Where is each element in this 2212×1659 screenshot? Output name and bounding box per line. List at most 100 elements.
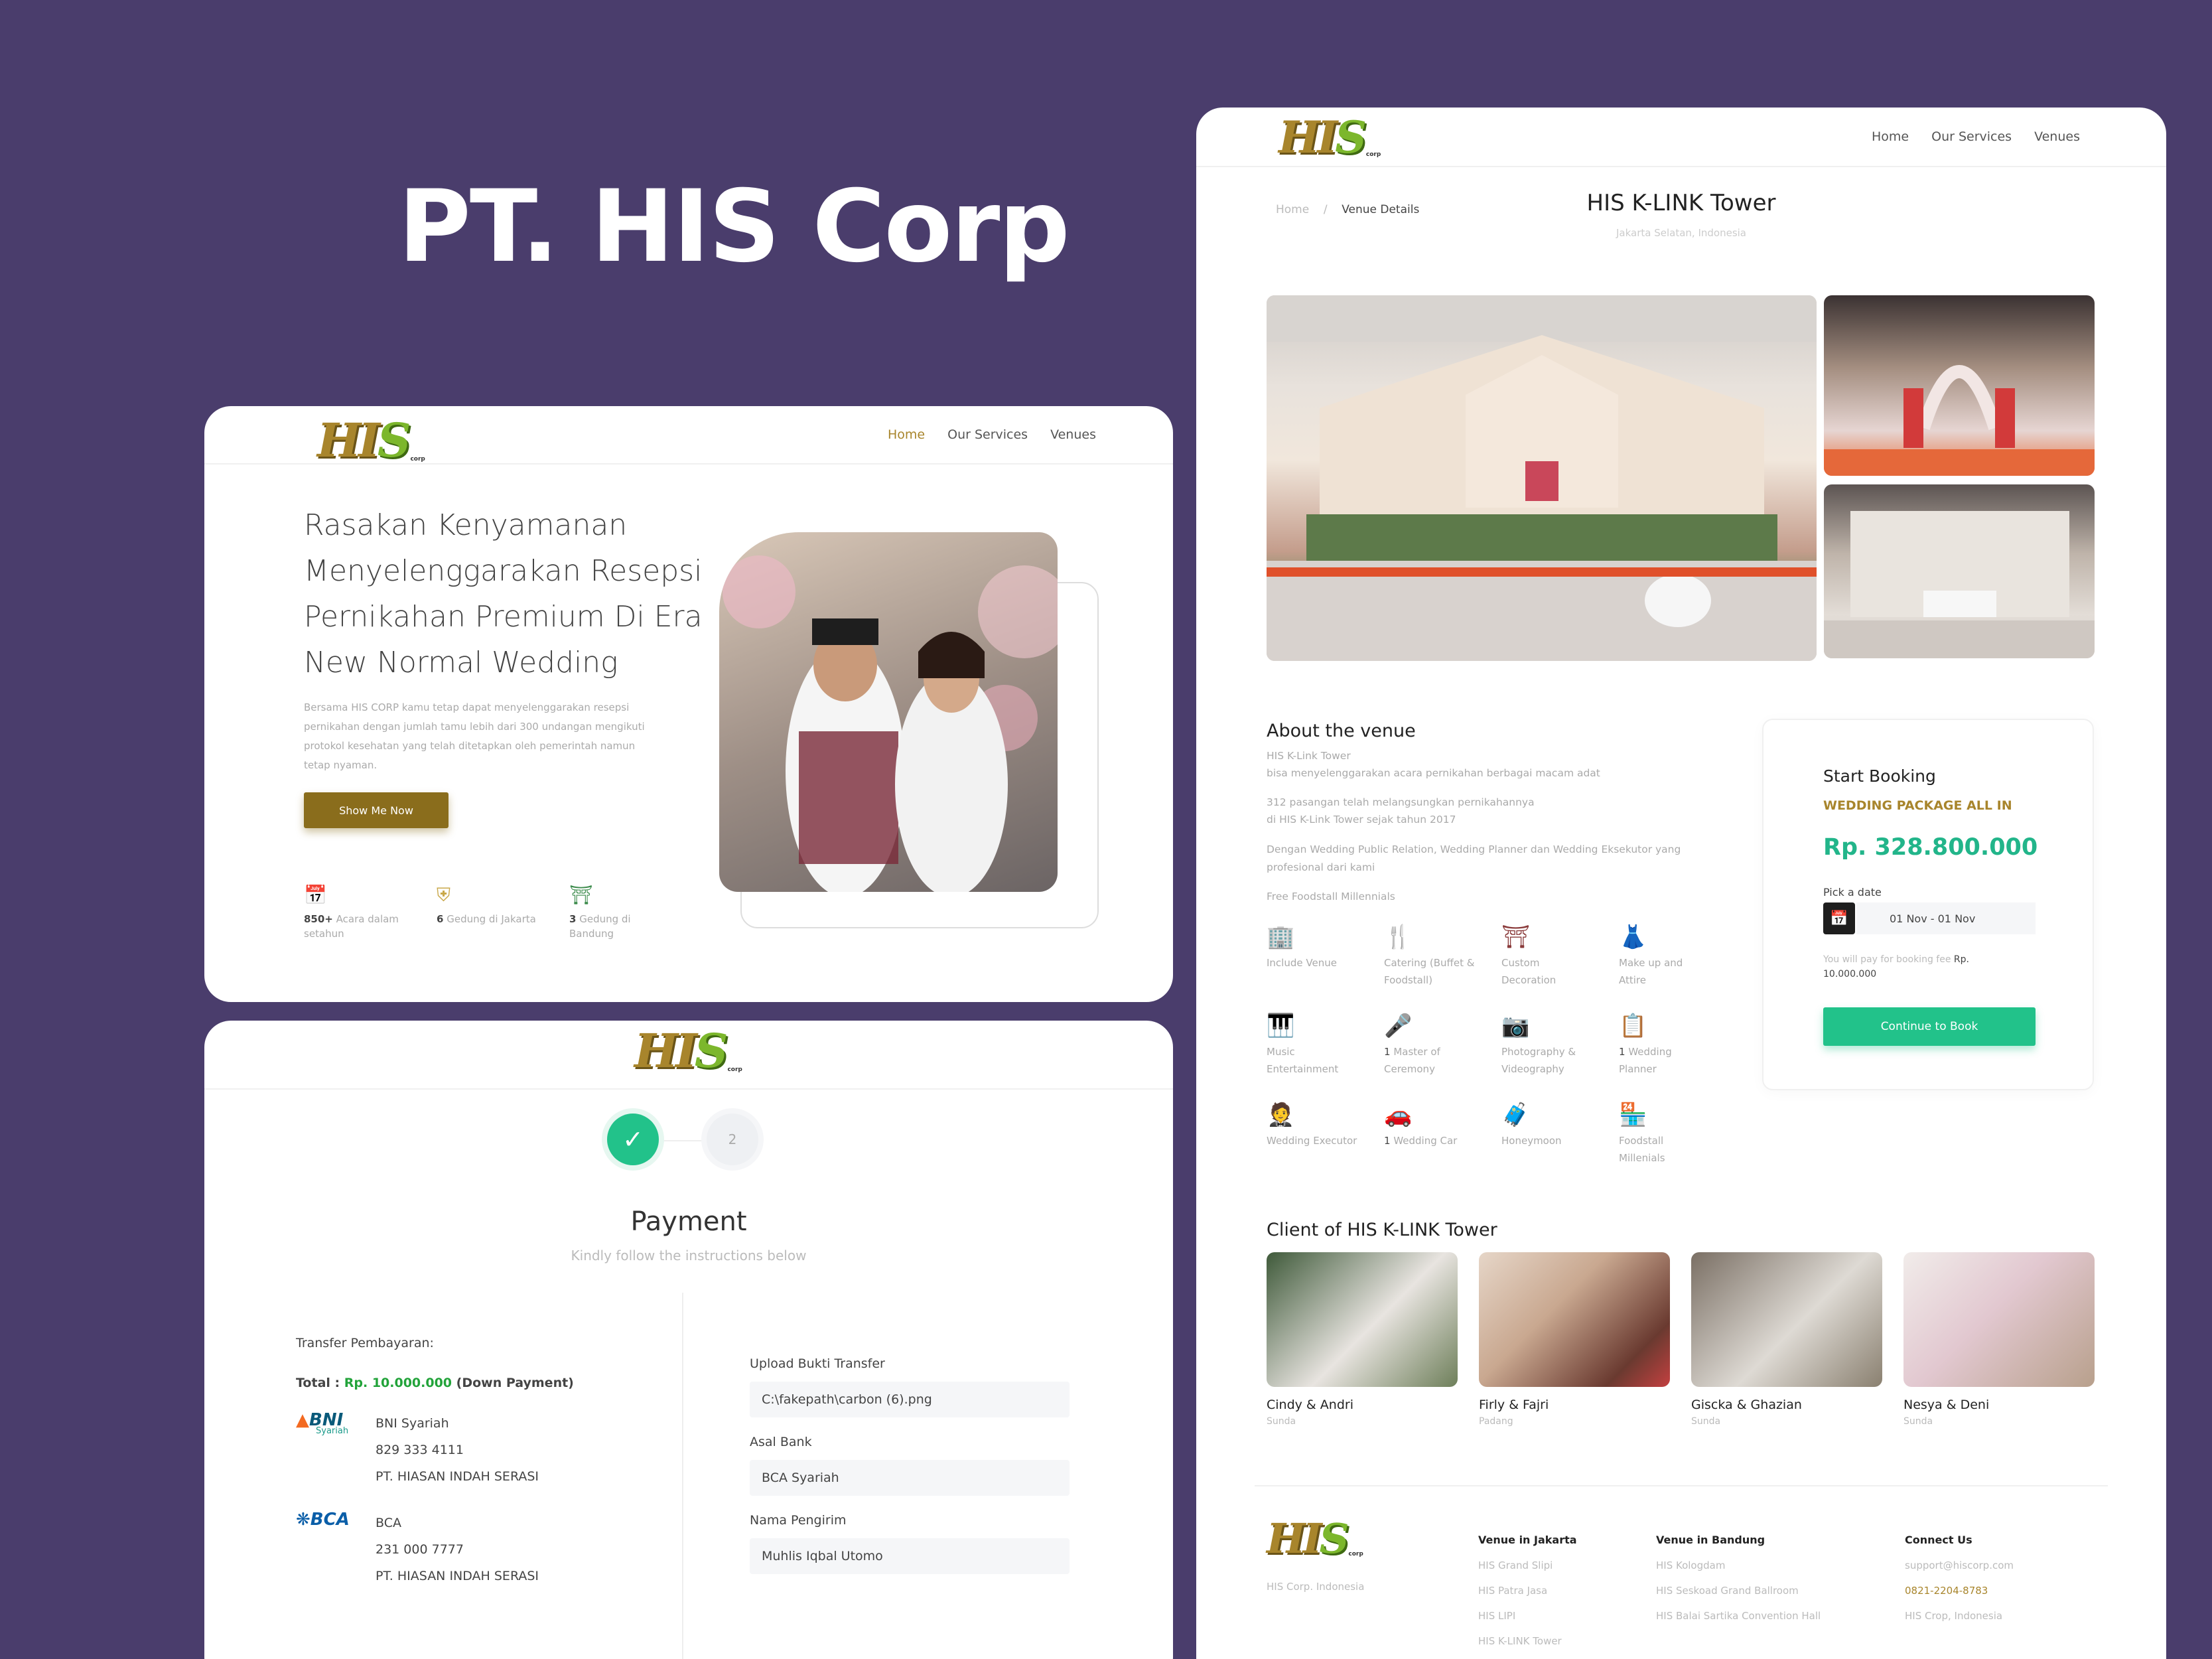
nav-our-services[interactable]: Our Services [947, 427, 1028, 442]
calendar-icon[interactable]: 📅 [1823, 902, 1855, 934]
package-name: WEDDING PACKAGE ALL IN [1823, 798, 2012, 813]
about-title: About the venue [1267, 721, 1416, 741]
footer-bandung: Venue in Bandung HIS Kologdam HIS Seskoa… [1656, 1528, 1821, 1628]
client-origin: Sunda [1903, 1416, 1933, 1427]
client-origin: Padang [1479, 1416, 1513, 1427]
date-label: Pick a date [1823, 886, 1882, 899]
home-page-card: HIS corp Home Our Services Venues Rasaka… [204, 406, 1173, 1002]
top-nav: Home Our Services Venues [888, 427, 1096, 442]
client-card[interactable]: Cindy & Andri Sunda [1267, 1252, 1458, 1427]
package-price: Rp. 328.800.000 [1823, 834, 2038, 861]
stat-events: 📅 850+ Acara dalam setahun [304, 884, 410, 941]
facilities-grid: 🏢 Include Venue 🍴 Catering (Buffet & Foo… [1267, 924, 1736, 1167]
nav-our-services[interactable]: Our Services [1931, 129, 2012, 144]
footer-link[interactable]: HIS Seskoad Grand Ballroom [1656, 1578, 1821, 1603]
total-line: Total : Rp. 10.000.000 (Down Payment) [296, 1376, 574, 1390]
venue-photo-2[interactable] [1824, 295, 2095, 476]
footer-phone[interactable]: 0821-2204-8783 [1905, 1578, 2014, 1603]
his-logo[interactable]: HIS corp [1279, 111, 1381, 163]
his-logo[interactable]: HIS corp [317, 413, 425, 468]
payment-subtitle: Kindly follow the instructions below [571, 1248, 807, 1263]
client-card[interactable]: Nesya & Deni Sunda [1903, 1252, 2095, 1427]
his-logo[interactable]: HIS corp [1267, 1514, 1363, 1563]
facility-item: 👗 Make up and Attire [1619, 924, 1736, 989]
transfer-info: Transfer Pembayaran: Total : Rp. 10.000.… [296, 1336, 574, 1589]
client-card[interactable]: Giscka & Ghazian Sunda [1691, 1252, 1882, 1427]
booking-panel: Start Booking WEDDING PACKAGE ALL IN Rp.… [1762, 719, 2094, 1090]
stat-bandung: ⛩ 3 Gedung di Bandung [569, 884, 675, 941]
nav-venues[interactable]: Venues [1050, 427, 1096, 442]
facility-item: 🎤 1 Master of Ceremony [1384, 1013, 1501, 1078]
nav-home[interactable]: Home [888, 427, 925, 442]
upload-label: Upload Bukti Transfer [750, 1356, 885, 1371]
transfer-label: Transfer Pembayaran: [296, 1336, 434, 1350]
his-logo[interactable]: HIS corp [634, 1023, 742, 1078]
about-line: bisa menyelenggarakan acara pernikahan b… [1267, 767, 1600, 779]
car-icon: 🚗 [1384, 1102, 1413, 1128]
venue-title: HIS K-LINK Tower [1586, 190, 1776, 216]
footer-tagline: HIS Corp. Indonesia [1267, 1581, 1365, 1593]
client-photo [1267, 1252, 1458, 1387]
step-2: 2 [707, 1114, 758, 1165]
facility-item: 🧳 Honeymoon [1501, 1102, 1619, 1167]
client-name: Nesya & Deni [1903, 1398, 1990, 1412]
client-name: Cindy & Andri [1267, 1398, 1353, 1412]
clients-list: Cindy & Andri Sunda Firly & Fajri Padang… [1267, 1252, 2095, 1427]
about-line: di HIS K-Link Tower sejak tahun 2017 [1267, 814, 1456, 826]
nav-venues[interactable]: Venues [2034, 129, 2080, 144]
client-name: Firly & Fajri [1479, 1398, 1549, 1412]
footer-connect: Connect Us support@hiscorp.com 0821-2204… [1905, 1528, 2014, 1628]
clients-title: Client of HIS K-LINK Tower [1267, 1220, 1497, 1240]
footer-link[interactable]: HIS LIPI [1478, 1603, 1577, 1628]
client-card[interactable]: Firly & Fajri Padang [1479, 1252, 1670, 1427]
facility-item: 📋 1 Wedding Planner [1619, 1013, 1736, 1078]
bank-name: BNI Syariah [376, 1416, 449, 1431]
nav-home[interactable]: Home [1872, 129, 1909, 144]
nav-divider [1196, 166, 2166, 167]
footer-link[interactable]: HIS Grand Slipi [1478, 1553, 1577, 1578]
footer-link[interactable]: HIS K-LINK Tower [1478, 1628, 1577, 1654]
bank-bca: ❋BCA BCA 231 000 7777 PT. HIASAN INDAH S… [296, 1510, 574, 1589]
footer-divider [1255, 1485, 2108, 1486]
presentation-headline: PT. HIS Corp [398, 169, 1070, 285]
bank-account: 231 000 7777 [376, 1542, 464, 1557]
facility-item: 🏪 Foodstall Millenials [1619, 1102, 1736, 1167]
sender-name-input[interactable]: Muhlis Iqbal Utomo [750, 1538, 1070, 1574]
venue-details-card: HIS corp Home Our Services Venues Home /… [1196, 108, 2166, 1659]
facility-item: 🤵 Wedding Executor [1267, 1102, 1384, 1167]
gedung-sate-icon: ⛩ [569, 884, 593, 906]
continue-to-book-button[interactable]: Continue to Book [1823, 1007, 2036, 1046]
date-picker-input[interactable]: 01 Nov - 01 Nov [1856, 902, 2036, 934]
booking-fee-note: You will pay for booking fee Rp. 10.000.… [1823, 954, 1969, 979]
bank-origin-input[interactable]: BCA Syariah [750, 1460, 1070, 1496]
venue-location: Jakarta Selatan, Indonesia [1616, 227, 1746, 239]
venue-main-photo[interactable] [1267, 295, 1817, 661]
step-1-complete: ✓ [607, 1114, 659, 1165]
column-divider [682, 1293, 683, 1659]
footer-jakarta: Venue in Jakarta HIS Grand Slipi HIS Pat… [1478, 1528, 1577, 1654]
facility-item: 📷 Photography & Videography [1501, 1013, 1619, 1078]
venue-photo-3[interactable] [1824, 484, 2095, 658]
booking-title: Start Booking [1823, 766, 1936, 786]
monument-icon: ⛨ [437, 884, 451, 906]
bank-holder: PT. HIASAN INDAH SERASI [376, 1469, 539, 1484]
upload-proof-input[interactable]: C:\fakepath\carbon (6).png [750, 1382, 1070, 1417]
footer-email[interactable]: support@hiscorp.com [1905, 1553, 2014, 1578]
footer-link[interactable]: HIS Kologdam [1656, 1553, 1821, 1578]
luggage-icon: 🧳 [1501, 1102, 1530, 1128]
hero-wedding-photo [719, 532, 1058, 892]
stat-jakarta: ⛨ 6 Gedung di Jakarta [437, 884, 543, 941]
decoration-icon: ⛩ [1501, 924, 1531, 950]
stats-row: 📅 850+ Acara dalam setahun ⛨ 6 Gedung di… [304, 884, 675, 941]
facility-item: 🎹 Music Entertainment [1267, 1013, 1384, 1078]
top-nav: Home Our Services Venues [1872, 129, 2080, 144]
calendar-icon: 📅 [304, 884, 327, 906]
bank-bni: ▲BNI Syariah BNI Syariah 829 333 4111 PT… [296, 1410, 574, 1490]
stepper-line [662, 1140, 705, 1141]
attire-icon: 👗 [1619, 924, 1647, 950]
footer-link[interactable]: HIS Balai Sartika Convention Hall [1656, 1603, 1821, 1628]
footer-link[interactable]: HIS Patra Jasa [1478, 1578, 1577, 1603]
building-icon: 🏢 [1267, 924, 1295, 950]
show-me-now-button[interactable]: Show Me Now [304, 792, 449, 828]
header-divider [204, 1088, 1173, 1090]
